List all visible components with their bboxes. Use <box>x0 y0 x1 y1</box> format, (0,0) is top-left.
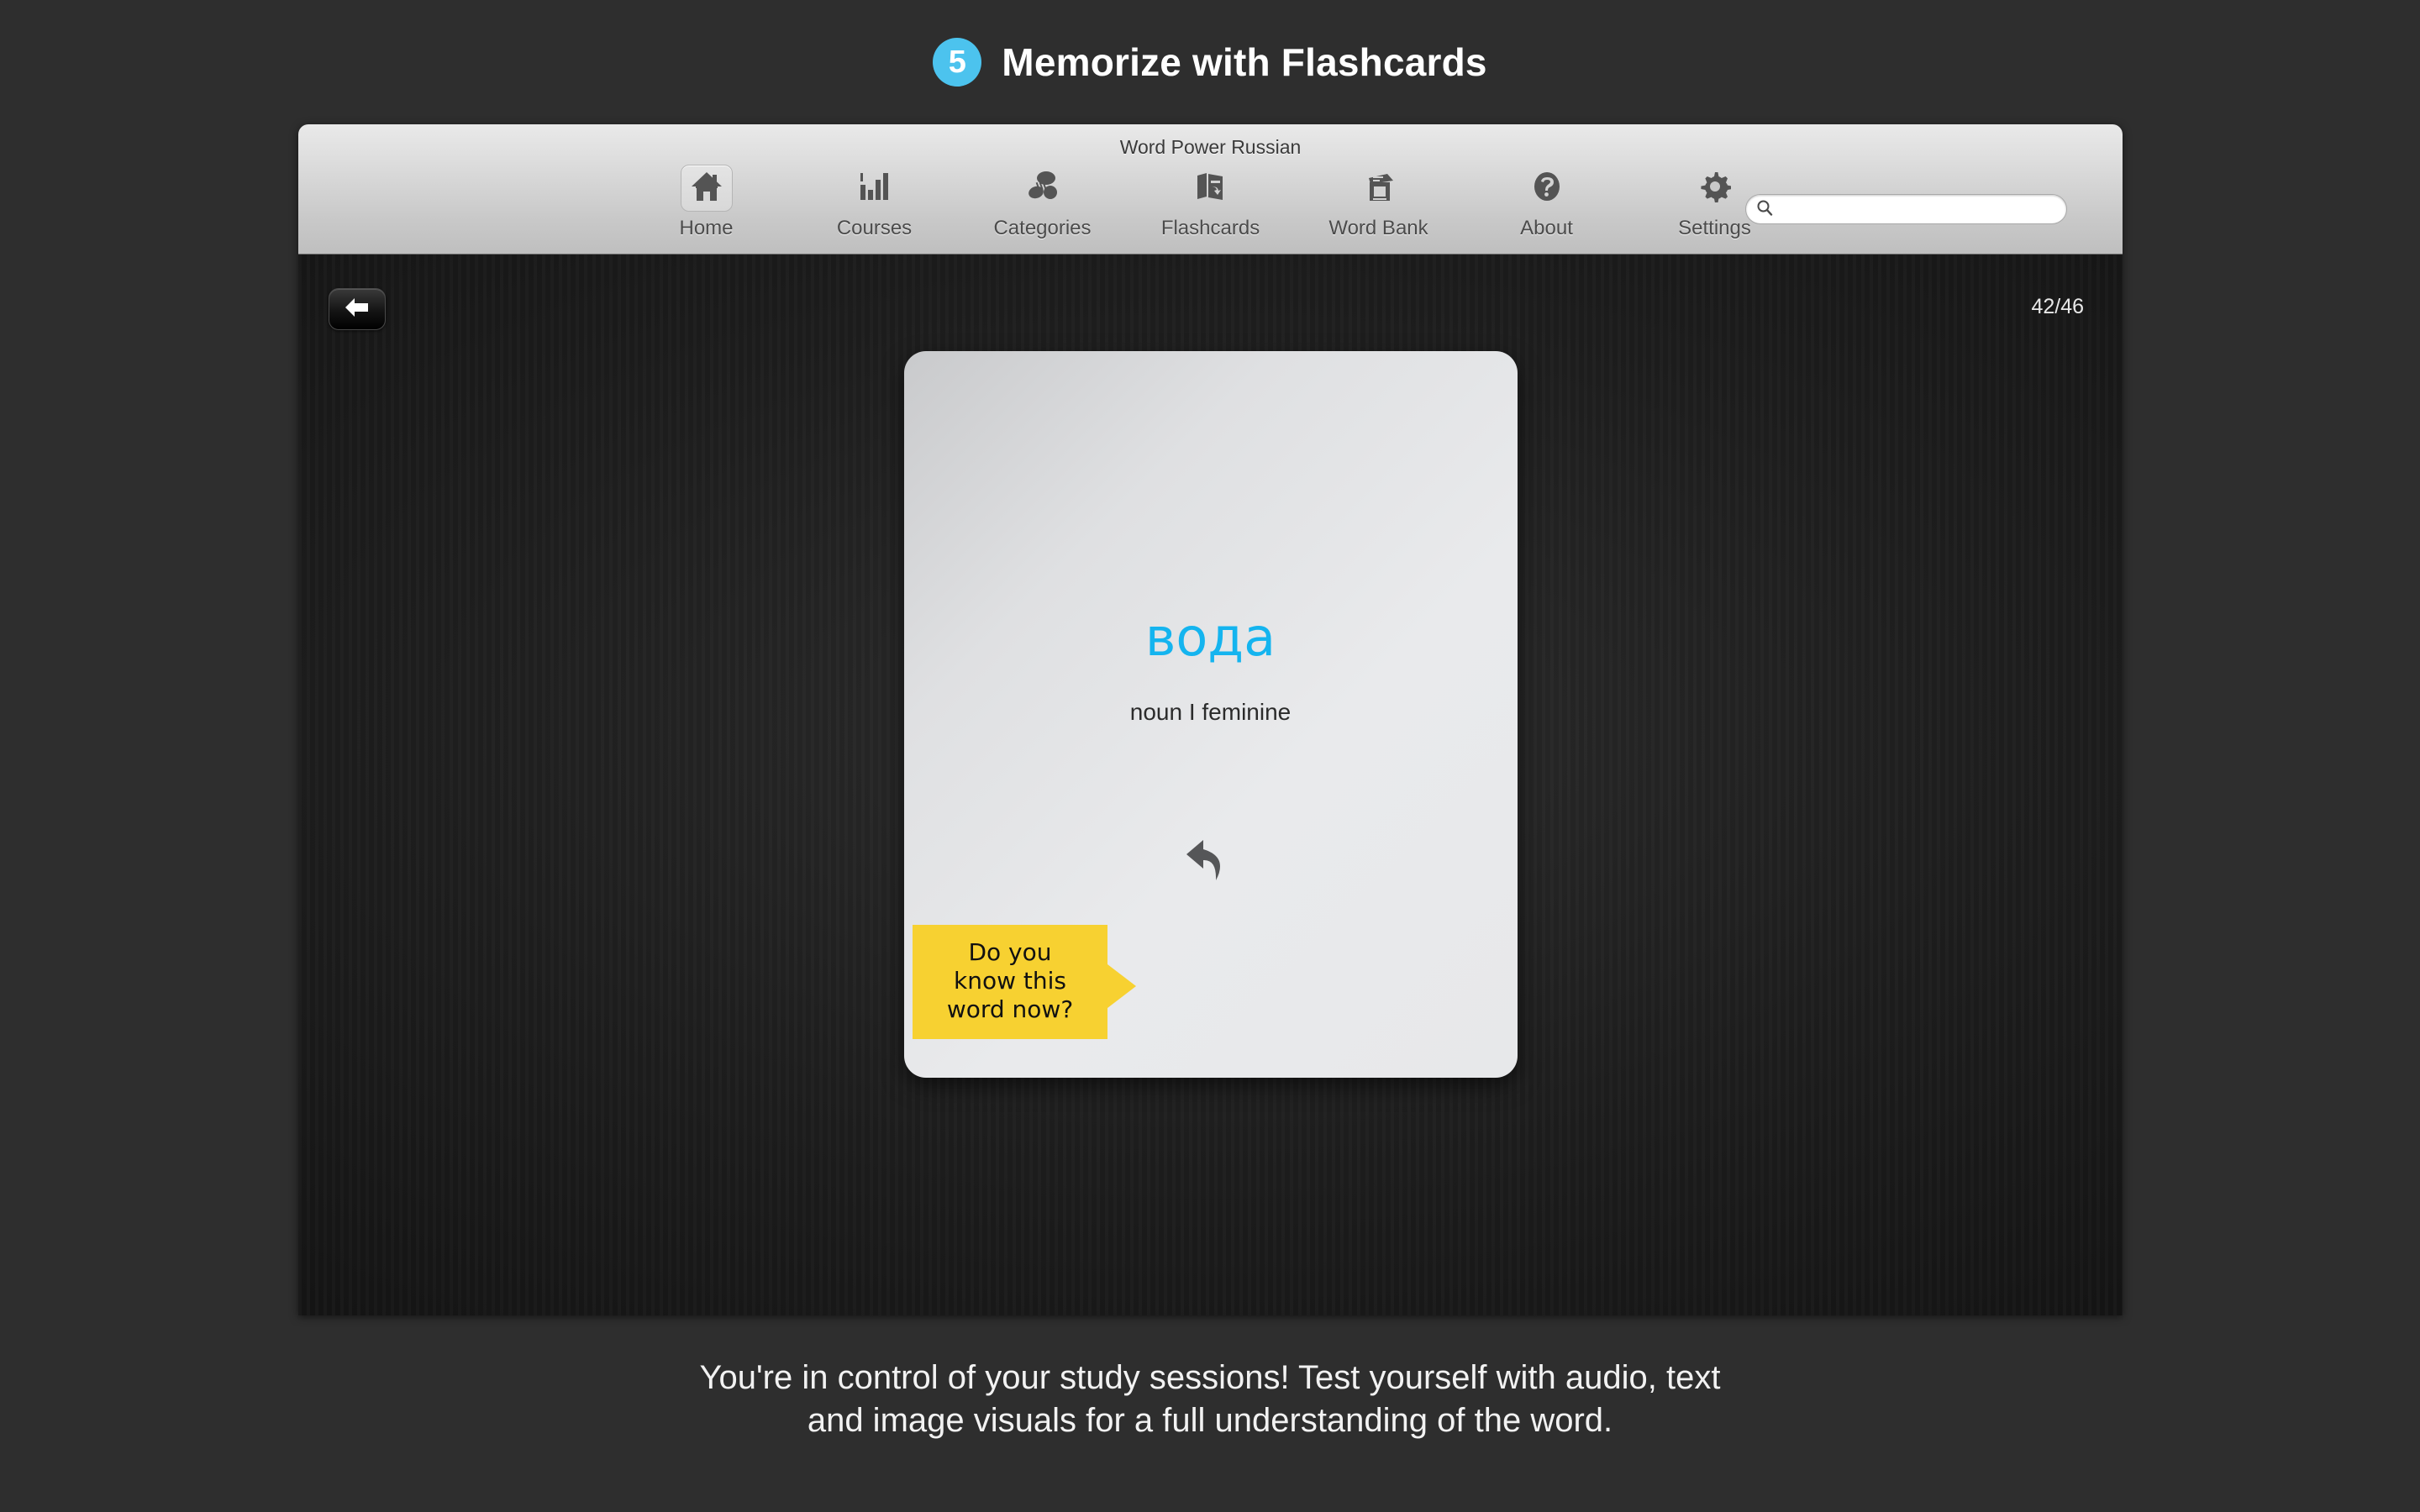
app-window: Word Power Russian Home Courses Categori… <box>298 124 2123 1315</box>
search-box[interactable] <box>1745 194 2067 224</box>
toolbar-item-word-bank[interactable]: Word Bank <box>1295 165 1463 240</box>
word-bank-icon <box>1362 171 1396 207</box>
home-icon <box>690 171 723 207</box>
question-mark-icon <box>1531 171 1563 207</box>
question-mark-icon-wrapper <box>1521 165 1573 212</box>
toolbar-label-courses: Courses <box>836 217 913 239</box>
callout-bubble: Do you know this word now? <box>913 925 1107 1040</box>
caption-line-2: and image visuals for a full understandi… <box>807 1402 1613 1440</box>
callout-line-1: Do you <box>968 938 1052 966</box>
home-icon-wrapper <box>680 165 733 212</box>
callout-line-2: know this <box>954 967 1066 995</box>
left-arrow-icon <box>343 296 371 323</box>
page-root: 5 Memorize with Flashcards Word Power Ru… <box>0 0 2420 1512</box>
toolbar-item-flashcards[interactable]: Flashcards <box>1127 165 1295 240</box>
callout-line-3: word now? <box>946 995 1074 1024</box>
callout-tail <box>1107 964 1136 1008</box>
bar-chart-icon-wrapper <box>849 165 901 212</box>
app-toolbar: Word Power Russian Home Courses Categori… <box>298 124 2123 255</box>
toolbar-item-home[interactable]: Home <box>623 165 791 240</box>
gear-icon-wrapper <box>1689 165 1741 212</box>
toolbar-label-categories: Categories <box>993 217 1092 239</box>
toolbar-item-about[interactable]: About <box>1463 165 1631 240</box>
categories-icon-wrapper <box>1017 165 1069 212</box>
toolbar-label-settings: Settings <box>1678 217 1751 239</box>
step-number-badge: 5 <box>933 38 982 87</box>
gear-icon <box>1699 171 1732 207</box>
flashcards-icon <box>1195 171 1227 207</box>
word-bank-icon-wrapper <box>1353 165 1405 212</box>
page-caption: You're in control of your study sessions… <box>0 1357 2420 1442</box>
flashcards-icon-wrapper <box>1185 165 1237 212</box>
flip-back-arrow-icon[interactable] <box>1180 832 1242 895</box>
toolbar-item-courses[interactable]: Courses <box>791 165 959 240</box>
content-area: 42/46 вода noun I feminine Do you know t… <box>298 255 2123 1315</box>
toolbar-label-flashcards: Flashcards <box>1160 217 1260 239</box>
flashcard-word: вода <box>1144 606 1276 668</box>
search-input[interactable] <box>1778 199 2056 219</box>
card-counter: 42/46 <box>2031 295 2084 318</box>
bar-chart-icon <box>859 171 891 206</box>
toolbar-label-about: About <box>1520 217 1573 239</box>
page-title: Memorize with Flashcards <box>1002 40 1487 84</box>
toolbar-label-word-bank: Word Bank <box>1328 217 1428 239</box>
search-icon <box>1756 199 1773 220</box>
flashcard-part-of-speech: noun I feminine <box>1129 699 1292 725</box>
caption-line-1: You're in control of your study sessions… <box>699 1359 1721 1396</box>
window-title: Word Power Russian <box>1119 136 1302 158</box>
categories-icon <box>1026 171 1060 207</box>
page-header: 5 Memorize with Flashcards <box>0 0 2420 124</box>
toolbar-label-home: Home <box>679 217 734 239</box>
back-button[interactable] <box>329 288 386 330</box>
toolbar-item-categories[interactable]: Categories <box>959 165 1127 240</box>
callout-text: Do you know this word now? <box>921 938 1099 1024</box>
